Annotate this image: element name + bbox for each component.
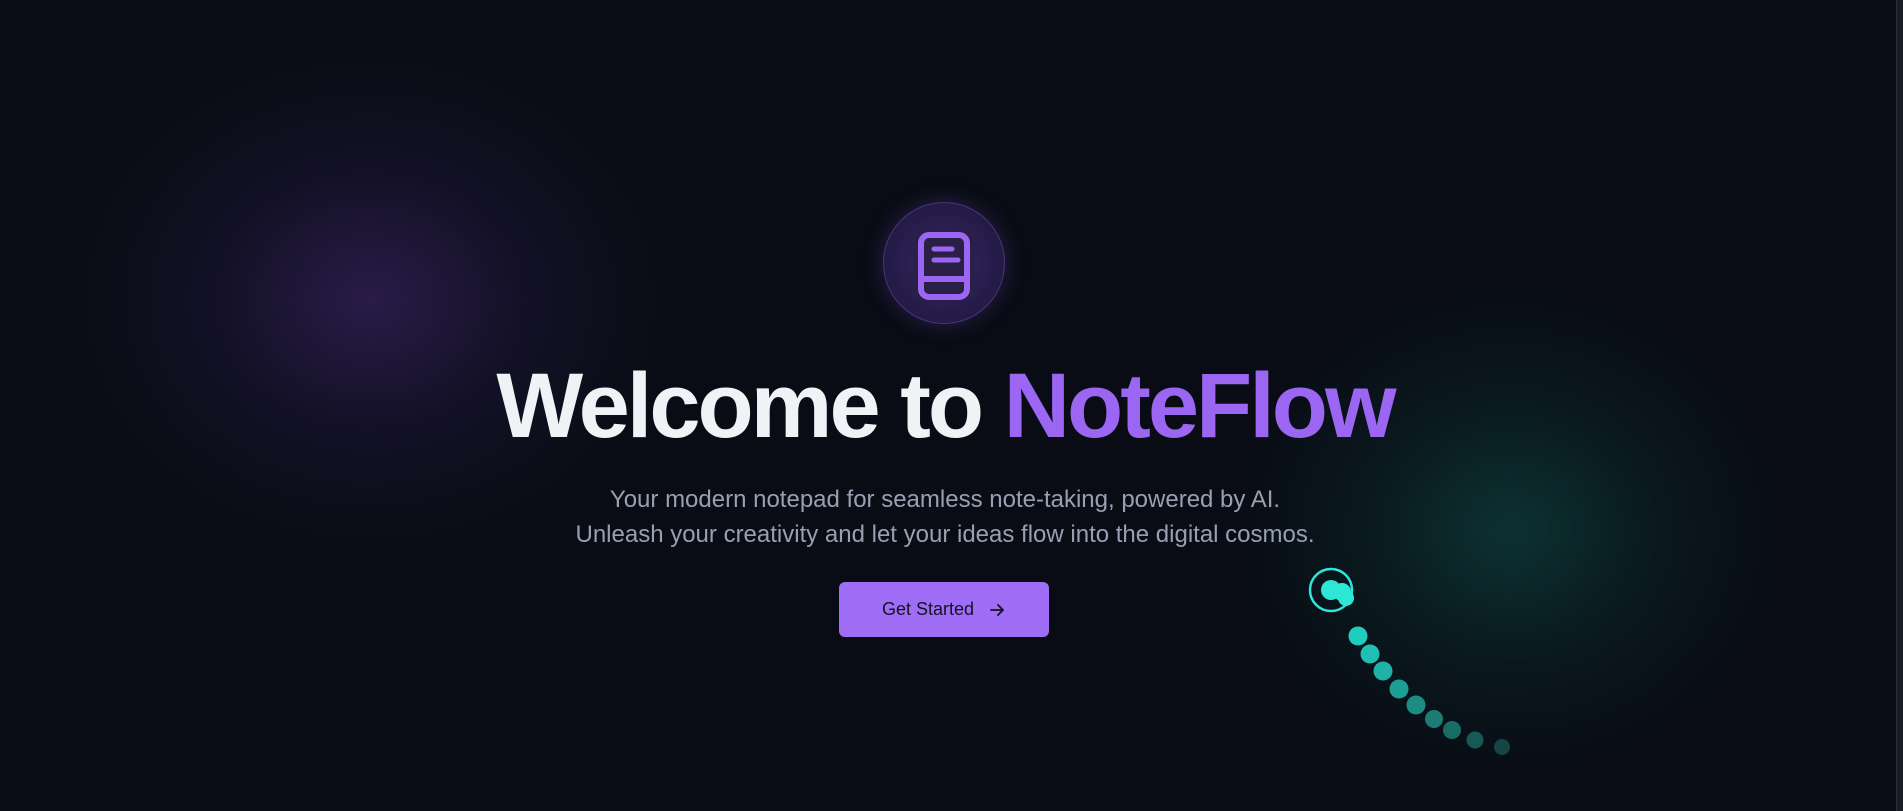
cursor-trail-decoration	[1308, 567, 1510, 755]
cursor-dot	[1321, 580, 1341, 600]
trail-dot	[1348, 626, 1368, 646]
window-scrollbar-edge	[1896, 0, 1903, 811]
hero-subtitle: Your modern notepad for seamless note-ta…	[0, 482, 1890, 552]
subtitle-line-1: Your modern notepad for seamless note-ta…	[609, 486, 1281, 513]
trail-dot	[1373, 661, 1393, 681]
logo-badge	[883, 202, 1005, 324]
trail-dot	[1494, 739, 1510, 755]
hero-headline: Welcome to NoteFlow	[0, 354, 1890, 458]
trail-dot	[1406, 695, 1426, 715]
headline-brand: NoteFlow	[1003, 355, 1397, 457]
trail-dot	[1389, 679, 1409, 699]
book-icon	[914, 231, 974, 300]
arrow-right-icon	[990, 603, 1004, 616]
trail-dot	[1360, 644, 1380, 664]
subtitle-line-2: Unleash your creativity and let your ide…	[575, 521, 1315, 548]
get-started-label: Get Started	[881, 599, 975, 619]
trail-dot	[1425, 710, 1443, 728]
headline-lead: Welcome to	[496, 355, 1004, 457]
get-started-button[interactable]: Get Started	[839, 582, 1049, 637]
trail-dot	[1443, 721, 1461, 739]
landing-page: Welcome to NoteFlow Your modern notepad …	[0, 0, 1903, 811]
trail-dot	[1466, 731, 1484, 749]
